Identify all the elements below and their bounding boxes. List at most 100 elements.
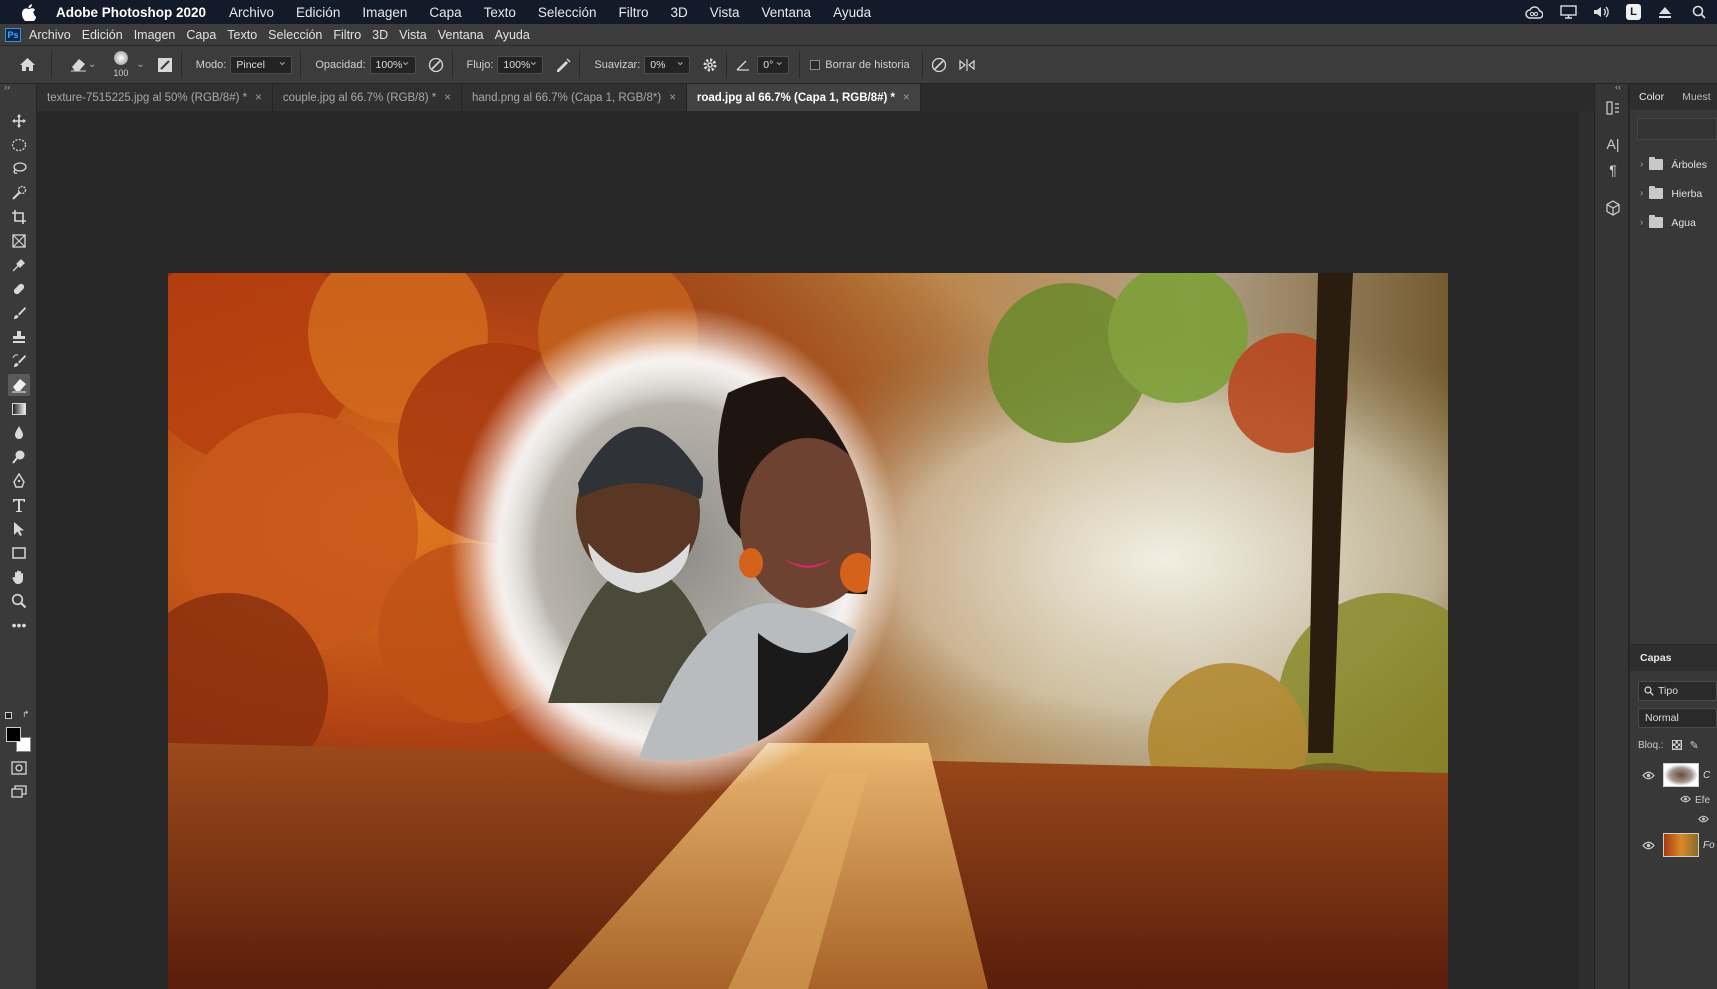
- paragraph-panel-icon[interactable]: ¶: [1603, 160, 1623, 180]
- layer-filter-input[interactable]: Tipo: [1638, 681, 1717, 701]
- close-icon[interactable]: ×: [255, 92, 262, 104]
- eject-icon[interactable]: [1655, 4, 1675, 20]
- layer-name[interactable]: Fo: [1703, 840, 1715, 851]
- more-tools[interactable]: •••: [8, 614, 30, 636]
- rectangle-tool[interactable]: [8, 542, 30, 564]
- vertical-scrollbar[interactable]: [1577, 111, 1594, 989]
- blur-tool[interactable]: [8, 422, 30, 444]
- layer-row[interactable]: C: [1630, 760, 1717, 790]
- brush-size-picker[interactable]: 100: [110, 49, 132, 81]
- tab-color[interactable]: Color: [1630, 91, 1673, 103]
- brush-panel-icon[interactable]: [155, 55, 175, 75]
- mac-menu-ayuda[interactable]: Ayuda: [833, 5, 871, 20]
- mode-select[interactable]: Pincel: [230, 54, 293, 74]
- move-tool[interactable]: [8, 110, 30, 132]
- chevron-right-icon[interactable]: ›: [1640, 188, 1643, 199]
- mac-menu-edicion[interactable]: Edición: [296, 5, 340, 20]
- lock-transparent-icon[interactable]: [1671, 740, 1682, 750]
- layer-effect-item[interactable]: [1630, 810, 1717, 830]
- erase-history-checkbox[interactable]: [810, 59, 821, 70]
- foreground-color-swatch[interactable]: [6, 727, 21, 742]
- 3d-panel-icon[interactable]: [1603, 198, 1623, 218]
- swatch-group-arboles[interactable]: › Árboles: [1630, 150, 1717, 179]
- mac-menu-capa[interactable]: Capa: [429, 5, 461, 20]
- flow-input[interactable]: 100%: [497, 54, 544, 74]
- ps-menu-filtro[interactable]: Filtro: [333, 28, 361, 42]
- airbrush-icon[interactable]: [553, 55, 573, 75]
- opacity-input[interactable]: 100%: [369, 54, 416, 74]
- ellipse-marquee-tool[interactable]: [8, 134, 30, 156]
- swatch-group-agua[interactable]: › Agua: [1630, 208, 1717, 237]
- ps-menu-ventana[interactable]: Ventana: [438, 28, 484, 42]
- chevron-down-icon[interactable]: ⌄: [136, 59, 144, 70]
- foreground-background-colors[interactable]: [4, 726, 32, 754]
- lock-pixels-icon[interactable]: ✎: [1690, 739, 1699, 752]
- app-name[interactable]: Adobe Photoshop 2020: [56, 5, 206, 20]
- pen-tool[interactable]: [8, 470, 30, 492]
- ps-menu-archivo[interactable]: Archivo: [29, 28, 71, 42]
- ps-menu-ayuda[interactable]: Ayuda: [495, 28, 530, 42]
- display-icon[interactable]: [1558, 4, 1578, 20]
- tab-hand[interactable]: hand.png al 66.7% (Capa 1, RGB/8*) ×: [461, 84, 687, 111]
- mac-menu-vista[interactable]: Vista: [710, 5, 740, 20]
- ps-menu-3d[interactable]: 3D: [372, 28, 388, 42]
- mac-menu-texto[interactable]: Texto: [484, 5, 516, 20]
- ps-menu-vista[interactable]: Vista: [399, 28, 427, 42]
- close-icon[interactable]: ×: [903, 92, 910, 104]
- apple-icon[interactable]: [0, 3, 56, 21]
- character-panel-icon[interactable]: A|: [1603, 134, 1623, 154]
- tab-capas[interactable]: Capas: [1630, 645, 1717, 671]
- chevron-right-icon[interactable]: ›: [1640, 217, 1643, 228]
- eye-icon[interactable]: [1680, 795, 1691, 806]
- mac-menu-filtro[interactable]: Filtro: [618, 5, 648, 20]
- lasso-tool[interactable]: [8, 158, 30, 180]
- ps-menu-texto[interactable]: Texto: [227, 28, 257, 42]
- eraser-tool[interactable]: [8, 374, 30, 396]
- history-brush-tool[interactable]: [8, 350, 30, 372]
- tab-road[interactable]: road.jpg al 66.7% (Capa 1, RGB/8#) * ×: [686, 84, 921, 111]
- angle-input[interactable]: 0°: [757, 54, 790, 74]
- crop-tool[interactable]: [8, 206, 30, 228]
- ps-menu-edicion[interactable]: Edición: [82, 28, 123, 42]
- home-icon[interactable]: [17, 55, 37, 75]
- eraser-preset-icon[interactable]: [68, 55, 88, 75]
- tab-swatches[interactable]: Muest: [1673, 91, 1717, 103]
- swatch-group-hierba[interactable]: › Hierba: [1630, 179, 1717, 208]
- swatch-search-field[interactable]: [1637, 118, 1717, 140]
- swap-colors[interactable]: ↱: [4, 709, 32, 722]
- ps-menu-imagen[interactable]: Imagen: [134, 28, 176, 42]
- close-icon[interactable]: ×: [444, 92, 451, 104]
- healing-brush-tool[interactable]: [8, 278, 30, 300]
- smoothing-input[interactable]: 0%: [644, 54, 691, 74]
- path-selection-tool[interactable]: [8, 518, 30, 540]
- screen-mode[interactable]: [8, 781, 30, 803]
- default-colors-icon[interactable]: [5, 712, 12, 719]
- ps-logo-icon[interactable]: Ps: [5, 27, 21, 42]
- layer-name[interactable]: C: [1703, 770, 1710, 781]
- blend-mode-select[interactable]: Normal: [1638, 708, 1717, 728]
- ps-menu-capa[interactable]: Capa: [186, 28, 216, 42]
- eye-icon[interactable]: [1639, 771, 1657, 780]
- tab-couple[interactable]: couple.jpg al 66.7% (RGB/8) * ×: [272, 84, 462, 111]
- dodge-tool[interactable]: [8, 446, 30, 468]
- search-icon[interactable]: [1689, 4, 1709, 20]
- swap-arrow-icon[interactable]: ↱: [22, 709, 30, 720]
- document-canvas[interactable]: [168, 273, 1448, 989]
- volume-icon[interactable]: [1592, 4, 1612, 20]
- symmetry-icon[interactable]: [957, 55, 977, 75]
- brush-tool[interactable]: [8, 302, 30, 324]
- user-badge-icon[interactable]: L: [1626, 4, 1641, 20]
- chevron-right-icon[interactable]: ›: [1640, 159, 1643, 170]
- mac-menu-3d[interactable]: 3D: [670, 5, 687, 20]
- layer-effects-row[interactable]: Efe: [1630, 790, 1717, 810]
- gradient-tool[interactable]: [8, 398, 30, 420]
- quick-mask[interactable]: [8, 757, 30, 779]
- chevron-down-icon[interactable]: ⌄: [88, 59, 96, 70]
- mac-menu-seleccion[interactable]: Selección: [538, 5, 597, 20]
- hand-tool[interactable]: [8, 566, 30, 588]
- clone-stamp-tool[interactable]: [8, 326, 30, 348]
- tab-texture[interactable]: texture-7515225.jpg al 50% (RGB/8#) * ×: [37, 84, 273, 111]
- creative-cloud-icon[interactable]: [1524, 4, 1544, 20]
- type-tool[interactable]: [8, 494, 30, 516]
- eye-icon[interactable]: [1698, 815, 1709, 826]
